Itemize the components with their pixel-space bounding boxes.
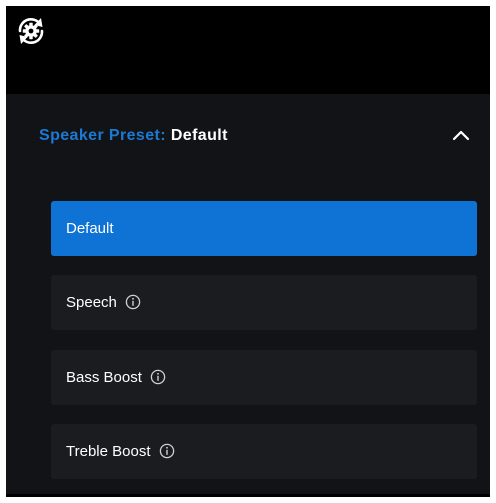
preset-option-speech[interactable]: Speech — [51, 275, 477, 330]
top-bar — [6, 6, 490, 94]
preset-option-label: Default — [66, 220, 114, 237]
info-icon[interactable] — [125, 294, 141, 310]
speaker-preset-value: Default — [170, 127, 228, 144]
chevron-up-icon[interactable] — [452, 128, 470, 142]
preset-option-label: Treble Boost — [66, 443, 175, 460]
speaker-preset-header[interactable]: Speaker Preset: Default — [6, 94, 490, 176]
info-icon[interactable] — [159, 443, 175, 459]
frame-bottom-border — [6, 494, 490, 497]
speaker-preset-title: Speaker Preset: Default — [39, 127, 228, 145]
preset-option-bass-boost[interactable]: Bass Boost — [51, 350, 477, 405]
speaker-preset-panel: Speaker Preset: Default Default Speech B… — [6, 94, 490, 497]
preset-option-treble-boost[interactable]: Treble Boost — [51, 424, 477, 479]
preset-option-label: Bass Boost — [66, 369, 166, 386]
settings-sync-icon[interactable] — [14, 14, 48, 48]
speaker-preset-window: Speaker Preset: Default Default Speech B… — [6, 6, 490, 497]
preset-option-label: Speech — [66, 294, 141, 311]
speaker-preset-label: Speaker Preset: — [39, 127, 166, 144]
preset-option-default[interactable]: Default — [51, 201, 477, 256]
info-icon[interactable] — [150, 369, 166, 385]
